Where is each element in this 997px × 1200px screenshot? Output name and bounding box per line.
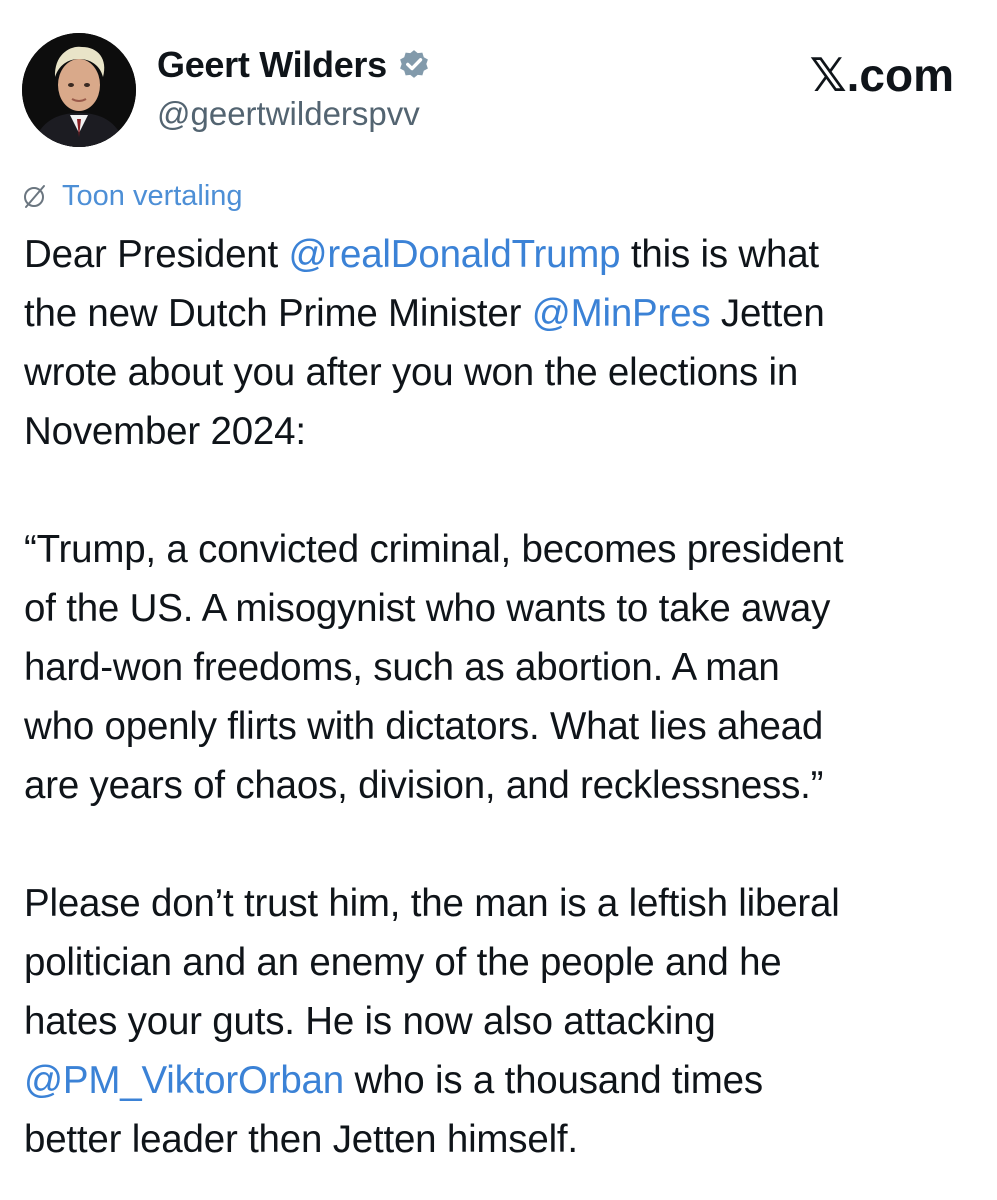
x-com-brand-logo: 𝕏.com: [809, 49, 954, 101]
author-handle[interactable]: @geertwilderspvv: [157, 94, 420, 134]
verified-badge-icon: [397, 48, 431, 82]
tweet-line: hard-won freedoms, such as abortion. A m…: [24, 646, 780, 689]
show-translation-link[interactable]: Toon vertaling: [62, 178, 243, 214]
translate-globe-icon: [22, 183, 48, 209]
tweet-line: politician and an enemy of the people an…: [24, 941, 782, 984]
tweet-text-segment: the new Dutch Prime Minister: [24, 292, 532, 335]
tweet-text-segment: Dear President: [24, 233, 289, 276]
tweet-line: Dear President @realDonaldTrump this is …: [24, 225, 979, 284]
tweet-line: hates your guts. He is now also attackin…: [24, 1000, 716, 1043]
tweet-line: better leader then Jetten himself.: [24, 1118, 578, 1161]
tweet-line: wrote about you after you won the electi…: [24, 351, 799, 394]
author-name[interactable]: Geert Wilders: [157, 42, 387, 88]
mention-pm-viktororban[interactable]: @PM_ViktorOrban: [24, 1059, 344, 1102]
mention-realdonaldtrump[interactable]: @realDonaldTrump: [289, 233, 621, 276]
tweet-line: the new Dutch Prime Minister @MinPres Je…: [24, 284, 979, 343]
tweet-line: “Trump, a convicted criminal, becomes pr…: [24, 528, 844, 571]
tweet-text-segment: Jetten: [710, 292, 825, 335]
author-name-row: Geert Wilders: [157, 42, 431, 88]
tweet-line: of the US. A misogynist who wants to tak…: [24, 587, 831, 630]
tweet-line: are years of chaos, division, and reckle…: [24, 764, 824, 807]
tweet-line: November 2024:: [24, 410, 306, 453]
tweet-text-segment: this is what: [620, 233, 819, 276]
profile-avatar-image: [22, 33, 136, 147]
tweet-text: Dear President @realDonaldTrump this is …: [24, 225, 979, 1169]
avatar[interactable]: [22, 33, 136, 147]
tweet-line: who openly flirts with dictators. What l…: [24, 705, 824, 748]
translate-row[interactable]: Toon vertaling: [22, 178, 243, 214]
tweet-line: @PM_ViktorOrban who is a thousand times: [24, 1051, 979, 1110]
mention-minpres[interactable]: @MinPres: [532, 292, 711, 335]
tweet-line: Please don’t trust him, the man is a lef…: [24, 882, 840, 925]
tweet-text-segment: who is a thousand times: [343, 1059, 763, 1102]
